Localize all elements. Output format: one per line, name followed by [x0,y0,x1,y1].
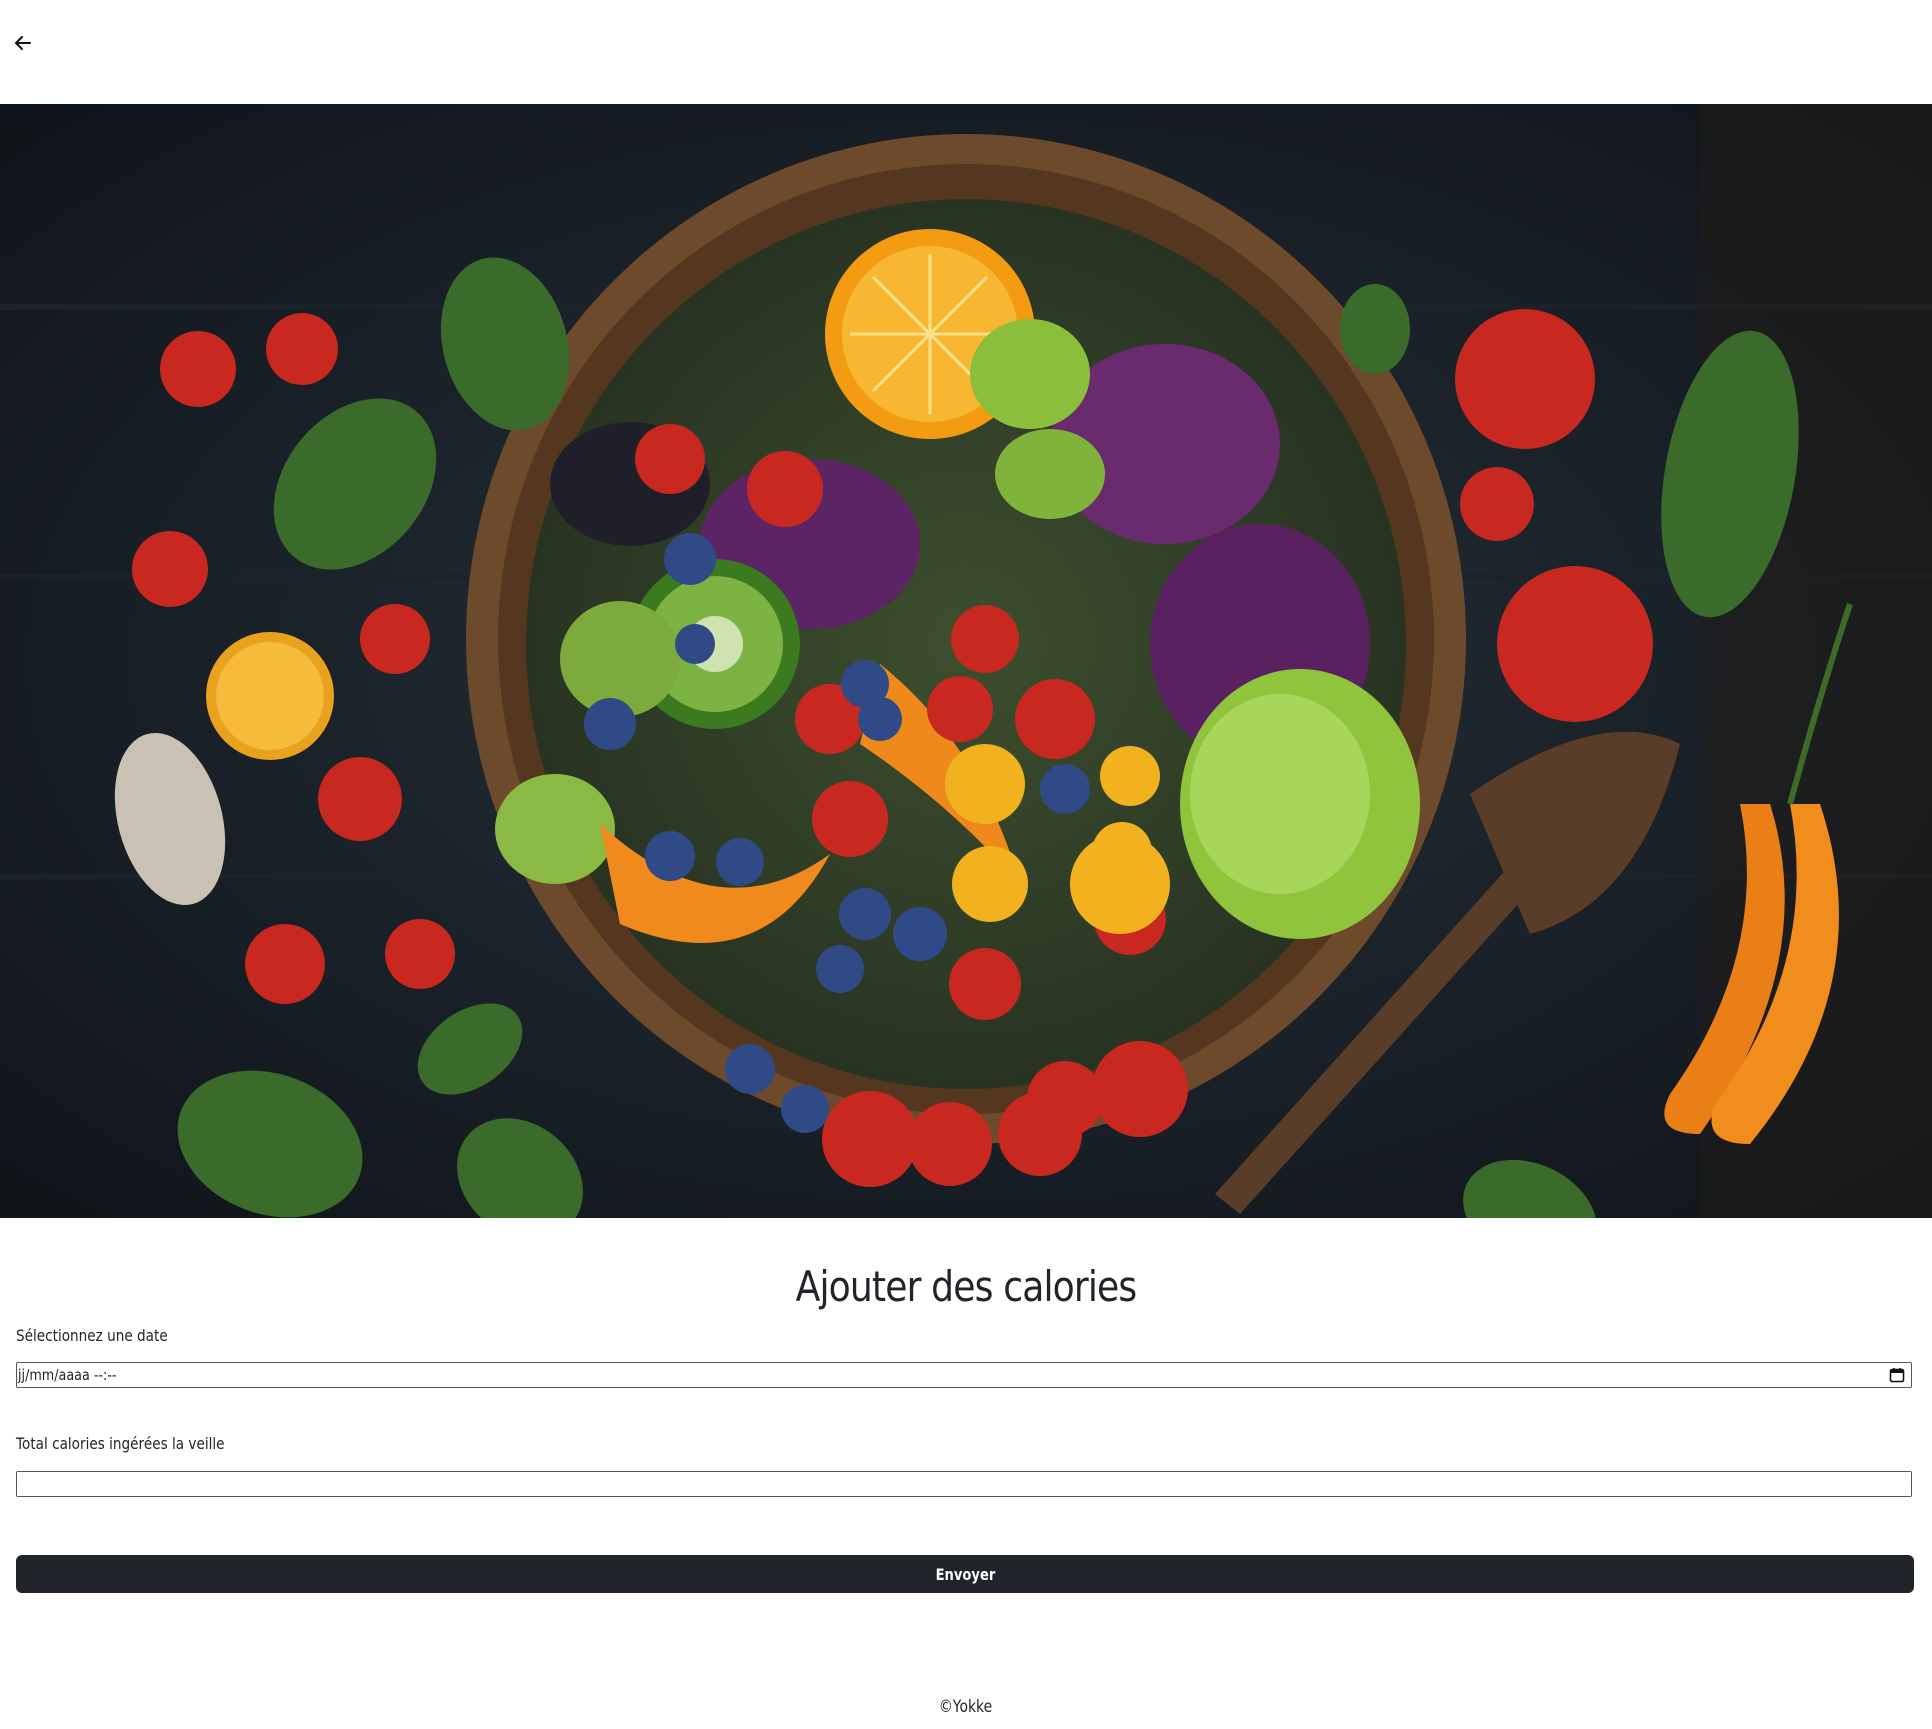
calendar-icon[interactable] [1889,1367,1905,1383]
submit-button-label: Envoyer [935,1565,995,1584]
submit-button[interactable]: Envoyer [16,1555,1914,1593]
date-input[interactable]: jj/mm/aaaa --:-- [16,1362,1912,1388]
salad-bowl-illustration [0,104,1932,1218]
footer-copyright: ©Yokke [0,1697,1932,1717]
page-title: Ajouter des calories [795,1262,1138,1311]
date-input-value: jj/mm/aaaa --:-- [18,1366,117,1384]
hero-image [0,104,1932,1218]
date-label: Sélectionnez une date [16,1326,168,1345]
back-link[interactable] [12,32,34,54]
calories-label: Total calories ingérées la veille [16,1434,225,1453]
arrow-left-icon [15,36,31,50]
footer-text: ©Yokke [939,1697,993,1717]
calories-input[interactable] [16,1471,1912,1497]
page: Ajouter des calories Sélectionnez une da… [0,0,1932,1729]
